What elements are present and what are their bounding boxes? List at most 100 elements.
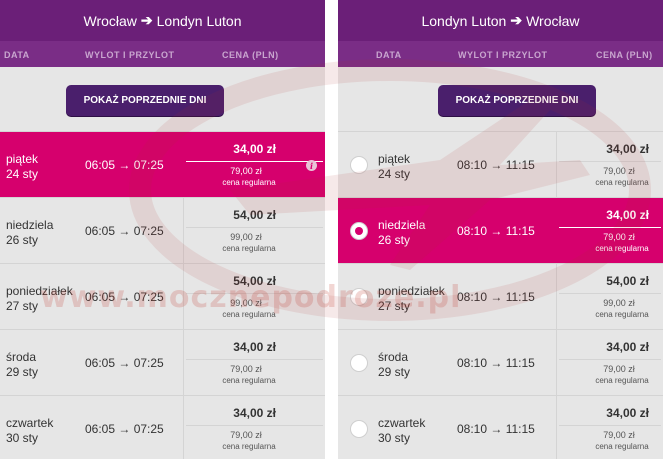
column-price: CENA (PLN) (596, 50, 653, 60)
price-cell[interactable]: 34,00 zł 79,00 zł cena regularna (556, 330, 663, 395)
date-label: 29 sty (6, 365, 39, 379)
price-label: 54,00 zł (233, 208, 276, 222)
price-divider (559, 227, 661, 228)
flight-row[interactable]: poniedziałek 27 sty 08:10 → 11:15 54,00 zł 9… (338, 264, 663, 330)
price-divider (186, 359, 323, 360)
weekday-label: środa (6, 350, 37, 364)
info-icon[interactable]: i (306, 160, 317, 171)
price-label: 34,00 zł (606, 406, 649, 420)
price-label: 34,00 zł (606, 142, 649, 156)
price-cell[interactable]: 54,00 zł 99,00 zł cena regularna (183, 264, 325, 329)
flight-date: poniedziałek 27 sty (378, 284, 445, 314)
date-label: 30 sty (6, 431, 39, 445)
weekday-label: piątek (378, 152, 411, 166)
regular-price-label: 99,00 zł (230, 232, 262, 242)
regular-price-label: 79,00 zł (603, 430, 635, 440)
price-cell[interactable]: 34,00 zł 79,00 zł cena regularna (556, 396, 663, 459)
price-cell[interactable]: 34,00 zł 79,00 zł cena regularna (556, 198, 663, 263)
weekday-label: niedziela (6, 218, 54, 232)
flight-time: 06:05 → 07:25 (85, 356, 164, 370)
arrow-right-icon: ➔ (140, 12, 153, 28)
prev-days-area: POKAŻ POPRZEDNIE DNI (338, 67, 663, 132)
show-previous-days-button[interactable]: POKAŻ POPRZEDNIE DNI (66, 85, 224, 116)
flight-radio-button[interactable] (350, 420, 368, 438)
flight-date: piątek 24 sty (6, 152, 38, 182)
flight-date: poniedziałek 27 sty (6, 284, 73, 314)
price-label: 34,00 zł (233, 340, 276, 354)
flight-time: 08:10 → 11:15 (457, 422, 535, 436)
flight-time: 06:05 → 07:25 (85, 224, 164, 238)
date-label: 26 sty (378, 233, 411, 247)
regular-price-label: 99,00 zł (603, 298, 635, 308)
regular-price-caption: cena regularna (595, 376, 649, 385)
flight-radio-button[interactable] (350, 288, 368, 306)
column-time: WYLOT I PRZYLOT (85, 50, 175, 60)
flight-row[interactable]: poniedziałek 27 sty 06:05 → 07:25 54,00 zł 9… (0, 264, 325, 330)
flight-date: piątek 24 sty (378, 152, 410, 182)
regular-price-label: 79,00 zł (603, 232, 635, 242)
regular-price-caption: cena regularna (595, 244, 649, 253)
flight-row[interactable]: czwartek 30 sty 08:10 → 11:15 34,00 zł 79,00… (338, 396, 663, 459)
price-cell[interactable]: 54,00 zł 99,00 zł cena regularna (556, 264, 663, 329)
regular-price-label: 79,00 zł (603, 364, 635, 374)
flight-row[interactable]: niedziela 26 sty 08:10 → 11:15 34,00 zł 79,0… (338, 198, 663, 264)
regular-price-label: 79,00 zł (230, 430, 262, 440)
flight-row[interactable]: piątek 24 sty 08:10 → 11:15 34,00 zł 79,00 z… (338, 132, 663, 198)
regular-price-caption: cena regularna (222, 178, 276, 187)
show-previous-days-button[interactable]: POKAŻ POPRZEDNIE DNI (438, 85, 596, 116)
price-divider (559, 161, 661, 162)
price-divider (186, 425, 323, 426)
date-label: 29 sty (378, 365, 411, 379)
flight-row[interactable]: środa 29 sty 08:10 → 11:15 34,00 zł 79,00 zł… (338, 330, 663, 396)
flight-row[interactable]: niedziela 26 sty 06:05 → 07:25 54,00 zł 99,0… (0, 198, 325, 264)
regular-price-label: 99,00 zł (230, 298, 262, 308)
price-divider (559, 293, 661, 294)
flight-date: środa 29 sty (6, 350, 38, 380)
flight-date: niedziela 26 sty (6, 218, 53, 248)
flight-row[interactable]: środa 29 sty 06:05 → 07:25 34,00 zł 79,00 zł… (0, 330, 325, 396)
price-cell[interactable]: 34,00 zł 79,00 zł cena regularna (556, 132, 663, 197)
price-cell[interactable]: 34,00 zł 79,00 zł cena regularna i (183, 132, 325, 197)
date-label: 24 sty (378, 167, 411, 181)
arrow-right-icon: ➔ (510, 12, 523, 28)
weekday-label: czwartek (6, 416, 54, 430)
flight-date: niedziela 26 sty (378, 218, 425, 248)
date-label: 24 sty (6, 167, 39, 181)
flight-time: 08:10 → 11:15 (457, 224, 535, 238)
price-cell[interactable]: 34,00 zł 79,00 zł cena regularna (183, 396, 325, 459)
column-header: DATA WYLOT I PRZYLOT CENA (PLN) (338, 41, 663, 67)
date-label: 27 sty (378, 299, 411, 313)
column-header: DATA WYLOT I PRZYLOT CENA (PLN) (0, 41, 325, 67)
outbound-panel: Wrocław ➔ Londyn Luton DATA WYLOT I PRZY… (0, 0, 325, 459)
flight-row[interactable]: czwartek 30 sty 06:05 → 07:25 34,00 zł 79,00… (0, 396, 325, 459)
regular-price-caption: cena regularna (222, 376, 276, 385)
flight-radio-button[interactable] (350, 156, 368, 174)
flight-row[interactable]: piątek 24 sty 06:05 → 07:25 34,00 zł 79,00 z… (0, 132, 325, 198)
regular-price-caption: cena regularna (595, 442, 649, 451)
date-label: 26 sty (6, 233, 39, 247)
flight-radio-button[interactable] (350, 222, 368, 240)
column-date: DATA (376, 50, 402, 60)
price-divider (186, 293, 323, 294)
price-label: 34,00 zł (606, 340, 649, 354)
flight-time: 06:05 → 07:25 (85, 422, 164, 436)
price-cell[interactable]: 34,00 zł 79,00 zł cena regularna (183, 330, 325, 395)
regular-price-caption: cena regularna (222, 310, 276, 319)
weekday-label: czwartek (378, 416, 426, 430)
price-label: 34,00 zł (233, 406, 276, 420)
price-label: 54,00 zł (233, 274, 276, 288)
flight-time: 08:10 → 11:15 (457, 356, 535, 370)
regular-price-label: 79,00 zł (230, 364, 262, 374)
column-date: DATA (4, 50, 30, 60)
price-cell[interactable]: 54,00 zł 99,00 zł cena regularna (183, 198, 325, 263)
price-label: 54,00 zł (606, 274, 649, 288)
column-price: CENA (PLN) (222, 50, 279, 60)
weekday-label: poniedziałek (6, 284, 73, 298)
flight-time: 08:10 → 11:15 (457, 158, 535, 172)
flight-date: czwartek 30 sty (378, 416, 425, 446)
flight-date: środa 29 sty (378, 350, 410, 380)
flight-date: czwartek 30 sty (6, 416, 53, 446)
weekday-label: środa (378, 350, 409, 364)
column-time: WYLOT I PRZYLOT (458, 50, 548, 60)
flight-radio-button[interactable] (350, 354, 368, 372)
